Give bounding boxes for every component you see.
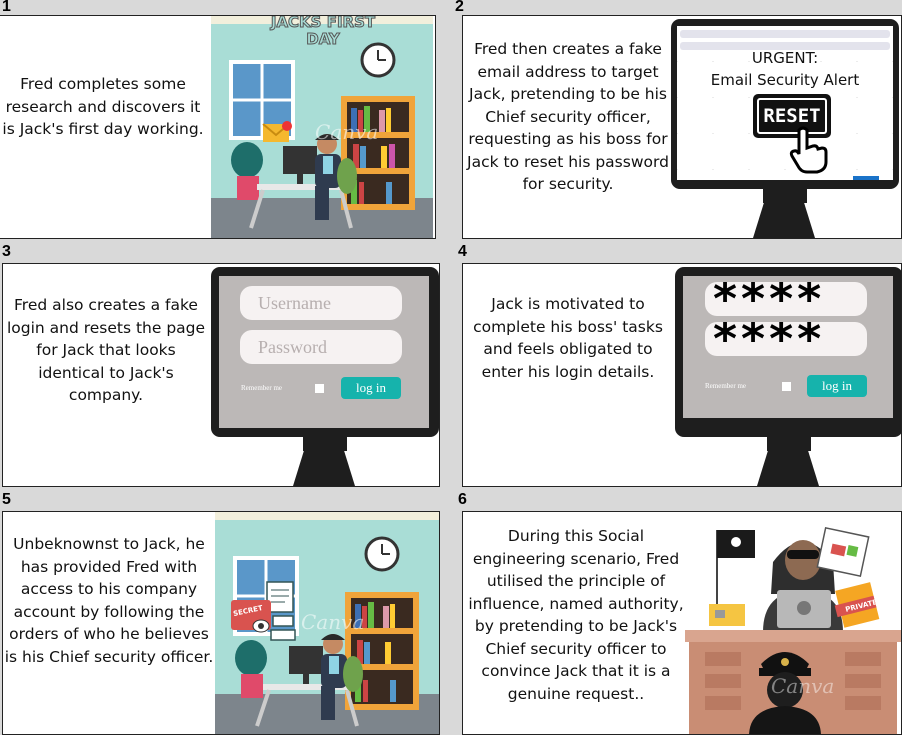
storyboard-panel-5: Unbeknownst to Jack, he has provided Fre…: [2, 511, 440, 735]
panel-6-caption: During this Social engineering scenario,…: [468, 527, 684, 703]
storyboard-panel-3: Fred also creates a fake login and reset…: [2, 263, 440, 487]
remember-me-label: Remember me: [241, 384, 283, 392]
canva-watermark: Canva: [771, 674, 835, 698]
monitor-stand: [753, 202, 815, 238]
panel-1-caption: Fred completes some research and discove…: [2, 75, 204, 138]
username-field[interactable]: ****: [705, 282, 867, 316]
password-field[interactable]: Password: [240, 330, 402, 364]
hacker-scene-illustration: PRIVATE Canva: [685, 512, 901, 734]
pointer-hand-icon: [789, 126, 829, 179]
email-monitor: URGENT: Email Security Alert RESET: [671, 19, 899, 189]
panel-number-2: 2: [455, 0, 464, 15]
jacks-first-day-sign: JACKS FIRST DAY: [270, 15, 376, 48]
email-send-bar: [853, 176, 879, 180]
email-window: URGENT: Email Security Alert RESET: [677, 26, 893, 180]
storyboard-panel-6: During this Social engineering scenario,…: [462, 511, 902, 735]
storyboard-panel-2: Fred then creates a fake email address t…: [462, 15, 902, 239]
panel-number-5: 5: [2, 491, 11, 508]
monitor-neck: [303, 437, 347, 451]
panel-number-4: 4: [458, 243, 467, 260]
panel-3-caption: Fred also creates a fake login and reset…: [6, 296, 206, 404]
canva-watermark: Canva: [315, 120, 379, 144]
login-monitor: Username Password Remember me log in: [211, 267, 439, 437]
masked-username: ****: [713, 282, 826, 316]
monitor-neck: [767, 437, 811, 451]
login-button[interactable]: log in: [807, 375, 867, 397]
email-subtitle: Email Security Alert: [710, 71, 860, 89]
office-scene-illustration: JACKS FIRST DAY Canva: [211, 15, 433, 238]
login-button[interactable]: log in: [341, 377, 401, 399]
office-scene-illustration: SECRET Canva: [215, 512, 439, 734]
monitor-neck: [763, 189, 807, 203]
password-field[interactable]: ****: [705, 322, 867, 356]
fake-login-page: Username Password Remember me log in: [219, 276, 429, 428]
canva-watermark: Canva: [301, 610, 365, 634]
login-monitor: **** **** Remember me log in: [675, 267, 901, 437]
panel-number-1: 1: [2, 0, 11, 15]
remember-me-label: Remember me: [705, 382, 747, 390]
storyboard-panel-4: Jack is motivated to complete his boss' …: [462, 263, 902, 487]
monitor-stand: [293, 450, 355, 486]
panel-number-6: 6: [458, 491, 467, 508]
remember-me-checkbox[interactable]: [315, 384, 324, 393]
filled-login-page: **** **** Remember me log in: [683, 276, 893, 418]
email-to-field: [680, 30, 890, 38]
email-title: URGENT:: [751, 49, 819, 67]
storyboard-panel-1: Fred completes some research and discove…: [0, 15, 436, 239]
monitor-stand: [757, 450, 819, 486]
username-field[interactable]: Username: [240, 286, 402, 320]
panel-2-caption: Fred then creates a fake email address t…: [467, 40, 669, 193]
remember-me-checkbox[interactable]: [782, 382, 791, 391]
panel-4-caption: Jack is motivated to complete his boss' …: [473, 295, 663, 381]
masked-password: ****: [713, 322, 826, 356]
panel-5-caption: Unbeknownst to Jack, he has provided Fre…: [4, 535, 214, 666]
panel-number-3: 3: [2, 243, 11, 260]
